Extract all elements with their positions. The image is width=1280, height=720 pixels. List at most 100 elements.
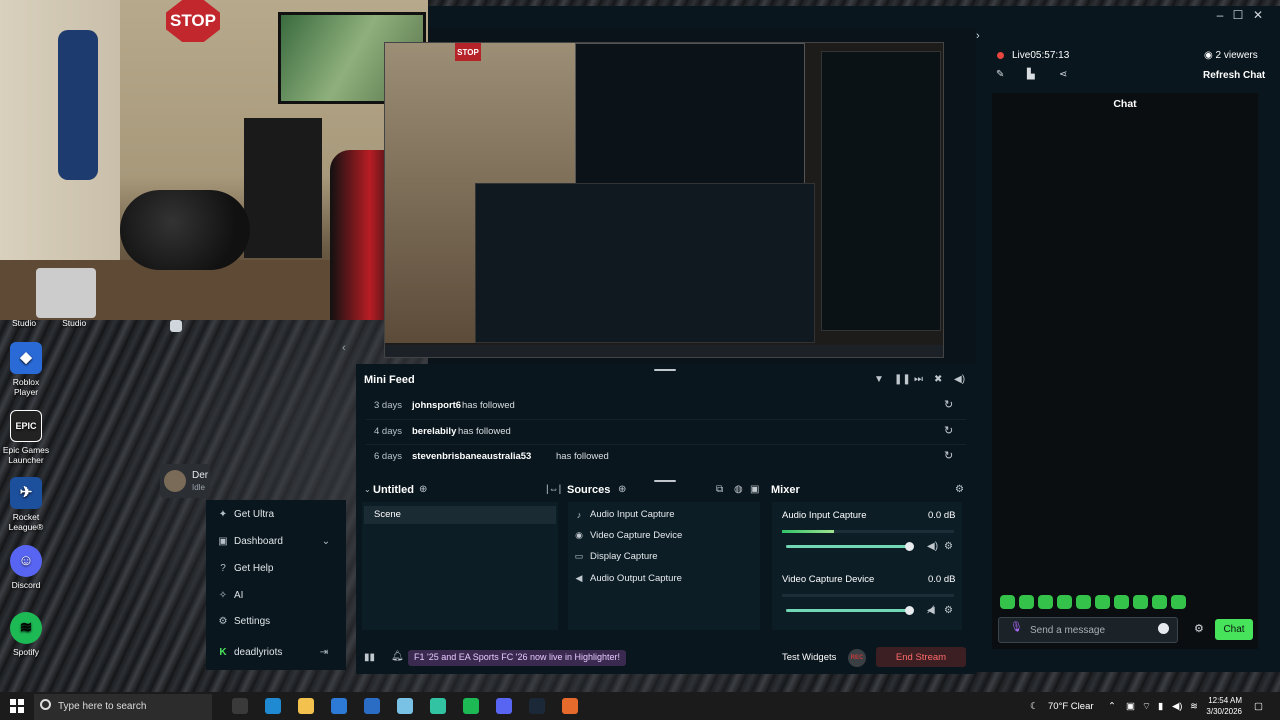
chevron-down-icon[interactable]: ⌄ (364, 485, 371, 494)
firefox-icon[interactable] (562, 698, 578, 714)
chevron-down-icon[interactable]: ⌄ (321, 536, 331, 547)
list-item[interactable]: 6 days stevenbrisbaneaustralia53 has fol… (366, 444, 966, 468)
close-icon[interactable]: ✕ (1248, 8, 1268, 22)
mixer-settings-icon[interactable]: ⚙ (955, 484, 964, 495)
tray-chevron-icon[interactable]: ⌃ (1108, 701, 1116, 712)
nav-item-get-help[interactable]: ? Get Help (218, 563, 273, 574)
transition-icon[interactable]: |⇔| (546, 484, 561, 495)
scene-item[interactable]: Scene (364, 506, 556, 524)
emote-icon[interactable] (1038, 595, 1053, 609)
volume-icon[interactable]: ◀) (1172, 701, 1182, 712)
refresh-chat-button[interactable]: Refresh Chat (1203, 70, 1265, 81)
chat-input[interactable] (1030, 623, 1150, 637)
streamlabs-icon[interactable] (430, 698, 446, 714)
performance-icon[interactable]: ▮▮ (364, 652, 375, 663)
store-icon[interactable] (331, 698, 347, 714)
edge-icon[interactable] (265, 698, 281, 714)
mute-alerts-icon[interactable]: ✖ (934, 374, 942, 385)
source-item[interactable]: ◉ Video Capture Device (574, 530, 682, 541)
nav-account[interactable]: K deadlyriots (218, 647, 282, 658)
source-item[interactable]: ◀ Audio Output Capture (574, 573, 682, 584)
nav-item-ai[interactable]: ✧ AI (218, 590, 244, 601)
record-button[interactable]: REC (848, 649, 866, 667)
chat-send-button[interactable]: Chat (1215, 619, 1253, 640)
emote-icon[interactable] (1114, 595, 1129, 609)
edit-icon[interactable]: ✎ (996, 69, 1004, 80)
nav-item-settings[interactable]: ⚙ Settings (218, 616, 271, 627)
discord-icon[interactable] (496, 698, 512, 714)
maximize-icon[interactable]: ☐ (1228, 8, 1248, 22)
network-icon[interactable]: ⌔ (1142, 701, 1151, 712)
repeat-icon[interactable]: ↻ (944, 424, 953, 437)
emote-icon[interactable] (1133, 595, 1148, 609)
list-item[interactable]: 4 days berelabily has followed ↻ (366, 419, 966, 443)
notification-bell-icon[interactable]: 🔔︎ (391, 651, 404, 662)
desktop-icon-spotify[interactable]: ≋ Spotify (0, 612, 52, 657)
repeat-icon[interactable]: ↻ (944, 449, 953, 462)
nav-item-get-ultra[interactable]: ✦ Get Ultra (218, 509, 274, 520)
emote-icon[interactable] (1057, 595, 1072, 609)
add-scene-icon[interactable]: ⊕ (419, 484, 427, 495)
weather-text[interactable]: 70°F Clear (1048, 701, 1094, 712)
emote-icon[interactable] (1095, 595, 1110, 609)
test-widgets-button[interactable]: Test Widgets (782, 652, 836, 663)
skip-icon[interactable]: ⏭ (914, 374, 923, 385)
drag-handle[interactable] (654, 369, 676, 371)
tray-app-icon[interactable]: ▣ (1126, 701, 1135, 712)
taskbar-clock[interactable]: 12:54 AM 3/30/2026 (1206, 695, 1242, 717)
volume-slider[interactable] (786, 606, 914, 615)
filter-icon[interactable]: ▼ (874, 374, 884, 385)
desktop-icon-rocket-league[interactable]: ✈ Rocket League® (0, 477, 52, 532)
channel-settings-icon[interactable]: ⚙ (944, 605, 953, 616)
channel-settings-icon[interactable]: ⚙ (944, 541, 953, 552)
visibility-icon[interactable]: ◍ (734, 484, 743, 495)
nav-item-dashboard[interactable]: ▣ Dashboard (218, 536, 283, 547)
source-item[interactable]: ♪ Audio Input Capture (574, 509, 675, 520)
end-stream-button[interactable]: End Stream (876, 647, 966, 667)
emote-icon[interactable] (1152, 595, 1167, 609)
source-item[interactable]: ▭ Display Capture (574, 551, 658, 562)
mute-icon[interactable]: ◀) (927, 541, 938, 552)
minimize-icon[interactable]: – (1210, 8, 1230, 22)
mail-icon[interactable] (364, 698, 380, 714)
chat-settings-icon[interactable]: ⚙ (1194, 622, 1204, 635)
repeat-icon[interactable]: ↻ (944, 398, 953, 411)
microphone-icon[interactable]: 🎙︎ (1010, 622, 1023, 633)
task-view-icon[interactable] (232, 698, 248, 714)
chevron-left-icon[interactable]: ‹ (342, 342, 346, 354)
volume-icon[interactable]: ◀) (954, 374, 965, 385)
folder-icon[interactable]: ⧉ (716, 484, 723, 495)
highlighter-banner[interactable]: F1 '25 and EA Sports FC '26 now live in … (408, 650, 627, 666)
emoji-icon[interactable] (1158, 623, 1169, 634)
user-chip[interactable]: Der Idle (160, 464, 210, 498)
desktop-icon-roblox[interactable]: ◆ Roblox Player (0, 342, 52, 397)
steam-icon[interactable] (529, 698, 545, 714)
photos-icon[interactable] (397, 698, 413, 714)
emote-icon[interactable] (1076, 595, 1091, 609)
emote-icon[interactable] (1171, 595, 1186, 609)
desktop-icon-epic-games[interactable]: EPIC Epic Games Launcher (0, 410, 52, 465)
chevron-right-icon[interactable]: › (976, 30, 980, 42)
battery-icon[interactable]: ▮ (1158, 701, 1163, 712)
spotify-icon[interactable] (463, 698, 479, 714)
emote-icon[interactable] (1019, 595, 1034, 609)
slider-knob[interactable] (905, 542, 914, 551)
desktop-icon-discord[interactable]: ☺ Discord (0, 545, 52, 590)
slider-knob[interactable] (905, 606, 914, 615)
windows-start-icon[interactable] (10, 699, 24, 713)
list-item[interactable]: 3 days johnsport6 has followed ↻ (366, 394, 966, 418)
file-explorer-icon[interactable] (298, 698, 314, 714)
drag-handle[interactable] (654, 480, 676, 482)
pause-icon[interactable]: ❚❚ (894, 374, 911, 385)
wifi-icon[interactable]: ≋ (1190, 701, 1198, 712)
notifications-icon[interactable]: ▢ (1254, 701, 1263, 712)
logout-icon[interactable]: ⇥ (319, 647, 329, 658)
emote-icon[interactable] (1000, 595, 1015, 609)
volume-slider[interactable] (786, 542, 914, 551)
scene-collection-title[interactable]: Untitled (373, 484, 414, 496)
clip-icon[interactable]: ▙ (1027, 69, 1035, 80)
add-source-icon[interactable]: ⊕ (618, 484, 626, 495)
muted-icon[interactable]: ◀̸ (927, 605, 935, 616)
stream-preview[interactable]: STOP (384, 42, 944, 358)
source-settings-icon[interactable]: ▣ (750, 484, 759, 495)
